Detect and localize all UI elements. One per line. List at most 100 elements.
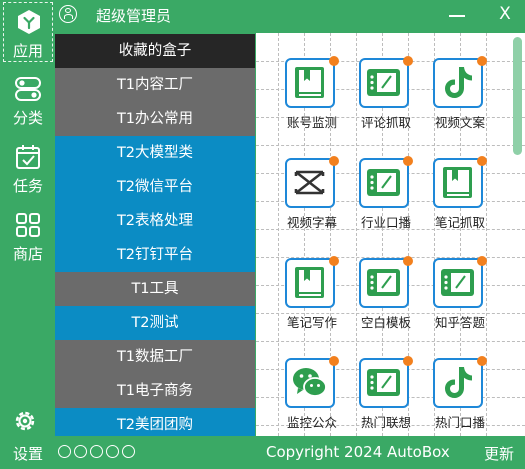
notification-badge [403, 56, 413, 66]
app-tile[interactable]: 监控公众 [280, 356, 352, 436]
category-item[interactable]: T2微信平台 [55, 170, 255, 204]
app-tile[interactable]: 空白模板 [354, 256, 426, 336]
page-dots [58, 444, 138, 462]
left-nav: 应用 分类 任务 商店 [0, 0, 55, 436]
calendar-check-icon [16, 145, 40, 169]
notification-badge [403, 256, 413, 266]
tablet-icon [367, 69, 400, 96]
app-tile-label: 行业口播 [360, 215, 411, 230]
category-item[interactable]: T2表格处理 [55, 204, 255, 238]
category-item[interactable]: 收藏的盒子 [55, 34, 255, 68]
notification-badge [329, 256, 339, 266]
hexagon-app-icon [18, 10, 40, 34]
nav-item-store[interactable]: 商店 [3, 206, 53, 266]
app-tile-label: 笔记抓取 [434, 215, 485, 230]
app-tile-icon[interactable] [433, 258, 483, 308]
app-tile-icon[interactable] [285, 358, 335, 408]
book-icon [443, 167, 472, 198]
app-tile-label: 笔记写作 [286, 315, 337, 330]
nav-item-tasks[interactable]: 任务 [3, 138, 53, 198]
category-item[interactable]: T2钉钉平台 [55, 238, 255, 272]
app-tile[interactable]: 评论抓取 [354, 56, 426, 136]
app-tile-label: 空白模板 [360, 315, 411, 330]
nav-label-tasks: 任务 [12, 177, 43, 195]
page-dot[interactable] [74, 445, 87, 458]
tablet-icon [367, 369, 400, 396]
nav-label-apps: 应用 [12, 42, 43, 60]
category-item[interactable]: T2测试 [55, 306, 255, 340]
app-tile-label: 知乎答题 [434, 315, 485, 330]
app-tile-label: 视频文案 [434, 115, 485, 130]
app-tile-label: 监控公众 [286, 415, 337, 430]
footer: 设置 Copyright 2024 AutoBox 更新 [0, 436, 525, 469]
app-tile[interactable]: 热门联想 [354, 356, 426, 436]
capcut-icon [294, 170, 325, 195]
app-tile[interactable]: 行业口播 [354, 156, 426, 236]
nav-label-store: 商店 [12, 245, 43, 263]
app-tile-icon[interactable] [359, 358, 409, 408]
notification-badge [403, 356, 413, 366]
notification-badge [477, 356, 487, 366]
app-tile[interactable]: 笔记抓取 [428, 156, 500, 236]
app-tile[interactable]: 笔记写作 [280, 256, 352, 336]
category-item[interactable]: T1办公常用 [55, 102, 255, 136]
app-tile-icon[interactable] [359, 158, 409, 208]
app-tile[interactable]: 视频文案 [428, 56, 500, 136]
close-button[interactable]: X [495, 3, 515, 25]
nav-item-apps[interactable]: 应用 [3, 2, 53, 62]
settings-label[interactable]: 设置 [13, 443, 43, 464]
category-item[interactable]: T2美团团购 [55, 408, 255, 436]
notification-badge [329, 56, 339, 66]
category-item[interactable]: T1电子商务 [55, 374, 255, 408]
notification-badge [477, 256, 487, 266]
app-tile-icon[interactable] [285, 58, 335, 108]
app-tile[interactable]: 热门口播 [428, 356, 500, 436]
window-title: 超级管理员 [96, 7, 172, 25]
app-tile-icon[interactable] [433, 58, 483, 108]
category-item[interactable]: T2大模型类 [55, 136, 255, 170]
toggle-category-icon [15, 77, 41, 101]
tablet-icon [441, 269, 474, 296]
app-tile-icon[interactable] [285, 158, 335, 208]
wechat-icon [293, 368, 327, 397]
app-tile[interactable]: 知乎答题 [428, 256, 500, 336]
app-tile[interactable]: 视频字幕 [280, 156, 352, 236]
app-tile-icon[interactable] [433, 158, 483, 208]
book-icon [295, 267, 324, 298]
scrollbar[interactable] [513, 37, 522, 155]
app-tile-label: 热门口播 [434, 415, 485, 430]
page-dot[interactable] [90, 445, 103, 458]
tiktok-icon [445, 67, 472, 98]
update-button[interactable]: 更新 [484, 443, 514, 464]
category-item[interactable]: T1数据工厂 [55, 340, 255, 374]
app-tile-icon[interactable] [285, 258, 335, 308]
category-list: 收藏的盒子 T1内容工厂 T1办公常用 T2大模型类 T2微信平台 T2表格处理… [55, 34, 255, 436]
page-dot[interactable] [106, 445, 119, 458]
notification-badge [329, 156, 339, 166]
tablet-icon [367, 169, 400, 196]
page-dot[interactable] [58, 445, 71, 458]
tablet-icon [367, 269, 400, 296]
app-tile-label: 账号监测 [286, 115, 337, 130]
notification-badge [477, 56, 487, 66]
tiktok-icon [445, 367, 472, 398]
book-icon [295, 67, 324, 98]
category-item[interactable]: T1工具 [55, 272, 255, 306]
app-tile-icon[interactable] [359, 258, 409, 308]
app-tile-label: 视频字幕 [286, 215, 337, 230]
app-tile[interactable]: 账号监测 [280, 56, 352, 136]
app-tile-icon[interactable] [433, 358, 483, 408]
page-dot[interactable] [122, 445, 135, 458]
nav-label-category: 分类 [12, 109, 43, 127]
category-item[interactable]: T1内容工厂 [55, 68, 255, 102]
app-tile-icon[interactable] [359, 58, 409, 108]
app-tile-label: 评论抓取 [360, 115, 411, 130]
gear-icon[interactable] [12, 408, 38, 434]
user-icon [59, 5, 77, 23]
title-bar: 超级管理员 X [55, 0, 525, 33]
grid-store-icon [16, 213, 40, 237]
minimize-button[interactable] [447, 6, 467, 22]
notification-badge [403, 156, 413, 166]
copyright-text: Copyright 2024 AutoBox [266, 443, 450, 461]
nav-item-category[interactable]: 分类 [3, 70, 53, 130]
